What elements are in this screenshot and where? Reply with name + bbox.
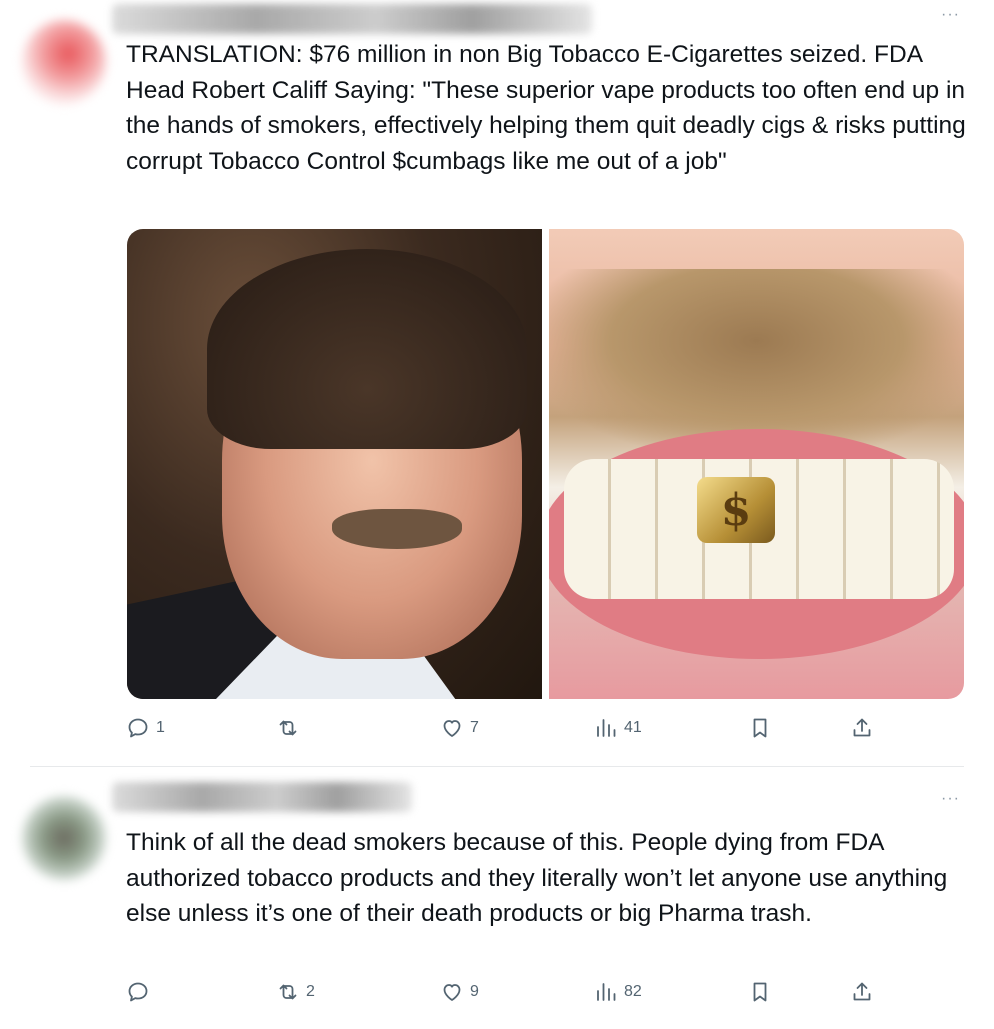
retweet-button[interactable]: 2 <box>276 977 315 1007</box>
reply-icon <box>128 982 148 1002</box>
action-bar: 2 9 82 <box>126 977 886 1007</box>
tweet-divider <box>30 766 964 767</box>
action-bar: 1 7 41 <box>126 713 886 743</box>
author-name-redacted <box>112 4 592 34</box>
retweet-button[interactable] <box>276 713 306 743</box>
tweet-media[interactable]: $ <box>127 229 964 699</box>
like-icon <box>443 984 461 1001</box>
bookmark-button[interactable] <box>748 977 772 1007</box>
like-count: 9 <box>470 983 479 1000</box>
share-button[interactable] <box>850 713 874 743</box>
reply-count: 1 <box>156 719 165 736</box>
like-button[interactable]: 9 <box>440 977 479 1007</box>
tweet-text: TRANSLATION: $76 million in non Big Toba… <box>126 41 966 175</box>
reply-button[interactable]: 1 <box>126 713 165 743</box>
retweet-count: 2 <box>306 983 315 1000</box>
tweet-text: Think of all the dead smokers because of… <box>126 829 948 927</box>
views-button[interactable]: 41 <box>594 713 642 743</box>
dollar-gold-tooth: $ <box>697 477 775 543</box>
bookmark-icon <box>753 718 767 738</box>
author-name-redacted <box>112 782 412 812</box>
photo-man-portrait[interactable] <box>127 229 542 699</box>
reply-icon <box>128 718 148 738</box>
more-icon[interactable]: ··· <box>941 790 960 808</box>
like-button[interactable]: 7 <box>440 713 479 743</box>
tweet[interactable]: ··· Think of all the dead smokers becaus… <box>0 768 994 1029</box>
retweet-icon <box>279 984 297 1000</box>
bookmark-icon <box>753 982 767 1002</box>
views-icon <box>597 719 616 737</box>
avatar[interactable] <box>22 20 106 104</box>
like-count: 7 <box>470 719 479 736</box>
avatar[interactable] <box>22 796 106 880</box>
views-count: 41 <box>624 719 642 736</box>
more-icon[interactable]: ··· <box>941 6 960 24</box>
retweet-icon <box>279 720 297 736</box>
reply-button[interactable] <box>126 977 156 1007</box>
views-icon <box>597 983 616 1001</box>
share-button[interactable] <box>850 977 874 1007</box>
share-icon <box>853 982 871 1001</box>
views-button[interactable]: 82 <box>594 977 642 1007</box>
views-count: 82 <box>624 983 642 1000</box>
bookmark-button[interactable] <box>748 713 772 743</box>
photo-gold-tooth-smile[interactable]: $ <box>549 229 964 699</box>
share-icon <box>853 718 871 737</box>
tweet[interactable]: ··· TRANSLATION: $76 million in non Big … <box>0 0 994 768</box>
like-icon <box>443 720 461 737</box>
